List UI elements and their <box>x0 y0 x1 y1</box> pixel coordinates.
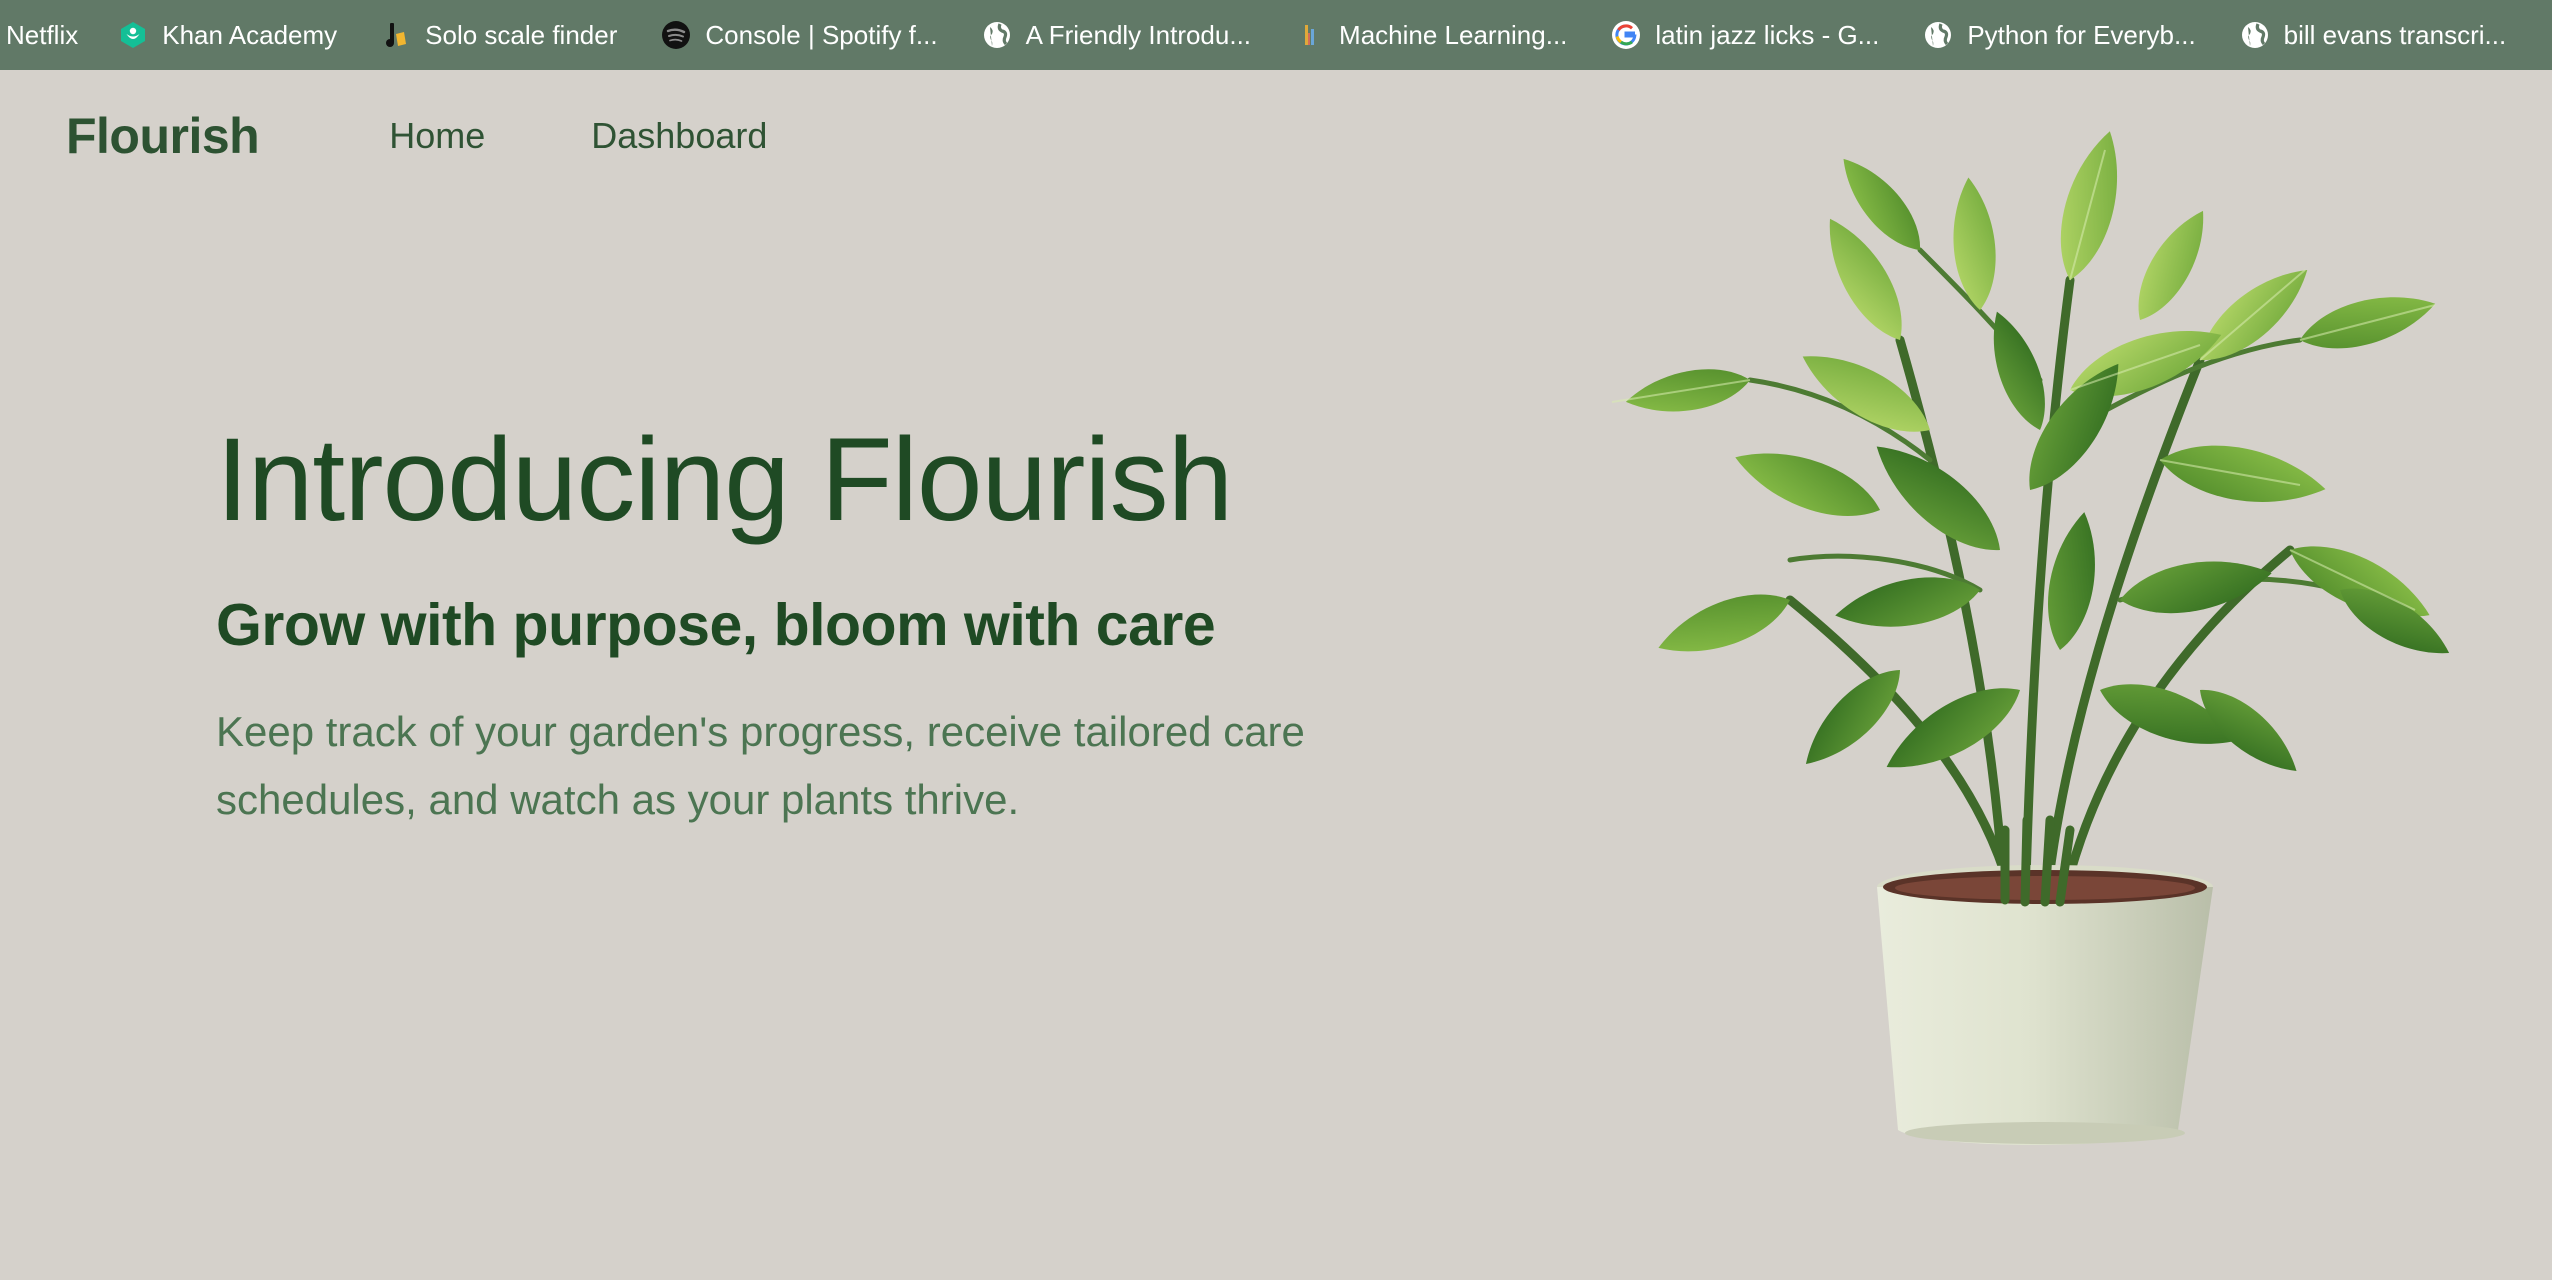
bookmark-label: Console | Spotify f... <box>705 19 938 50</box>
spotify-icon <box>661 20 691 50</box>
globe-icon <box>982 20 1012 50</box>
bookmark-friendly-intro[interactable]: A Friendly Introdu... <box>982 8 1261 62</box>
bookmark-netflix[interactable]: Netflix <box>6 8 88 62</box>
bookmark-spotify-console[interactable]: Console | Spotify f... <box>661 8 947 62</box>
google-icon <box>1611 20 1641 50</box>
hero-title: Introducing Flourish <box>216 414 1233 546</box>
hero-subtitle: Grow with purpose, bloom with care <box>216 592 1216 658</box>
site-header: Flourish Home Dashboard <box>0 70 1400 202</box>
nav-dashboard[interactable]: Dashboard <box>591 115 767 157</box>
hero-description: Keep track of your garden's progress, re… <box>216 708 1305 823</box>
bookmark-khan-academy[interactable]: Khan Academy <box>118 8 347 62</box>
khan-academy-icon <box>118 20 148 50</box>
bookmark-bill-evans[interactable]: bill evans transcri... <box>2240 8 2517 62</box>
bookmark-latin-jazz-licks[interactable]: latin jazz licks - G... <box>1611 8 1889 62</box>
bookmark-python-for-everybody[interactable]: Python for Everyb... <box>1923 8 2205 62</box>
brand-logo[interactable]: Flourish <box>66 107 260 165</box>
bookmark-label: Netflix <box>6 19 79 50</box>
bookmark-label: Solo scale finder <box>425 19 618 50</box>
globe-icon <box>1923 20 1953 50</box>
hero-section: Introducing Flourish Grow with purpose, … <box>216 410 1416 834</box>
bookmark-label: Machine Learning... <box>1339 19 1568 50</box>
bookmark-machine-learning[interactable]: Machine Learning... <box>1295 8 1577 62</box>
nav-home[interactable]: Home <box>389 115 485 157</box>
bookmark-label: Python for Everyb... <box>1967 19 2196 50</box>
globe-icon <box>2240 20 2270 50</box>
ml-bars-icon <box>1295 20 1325 50</box>
bookmark-solo-scale-finder[interactable]: Solo scale finder <box>381 8 627 62</box>
bookmark-label: bill evans transcri... <box>2283 19 2507 50</box>
bookmarks-bar: Netflix Khan Academy Solo scale finder C… <box>0 0 2552 70</box>
bookmark-label: Khan Academy <box>162 19 338 50</box>
solo-scale-icon <box>381 20 411 50</box>
potted-plant-image <box>1600 130 2540 1150</box>
bookmark-label: A Friendly Introdu... <box>1025 19 1252 50</box>
bookmark-label: latin jazz licks - G... <box>1655 19 1880 50</box>
